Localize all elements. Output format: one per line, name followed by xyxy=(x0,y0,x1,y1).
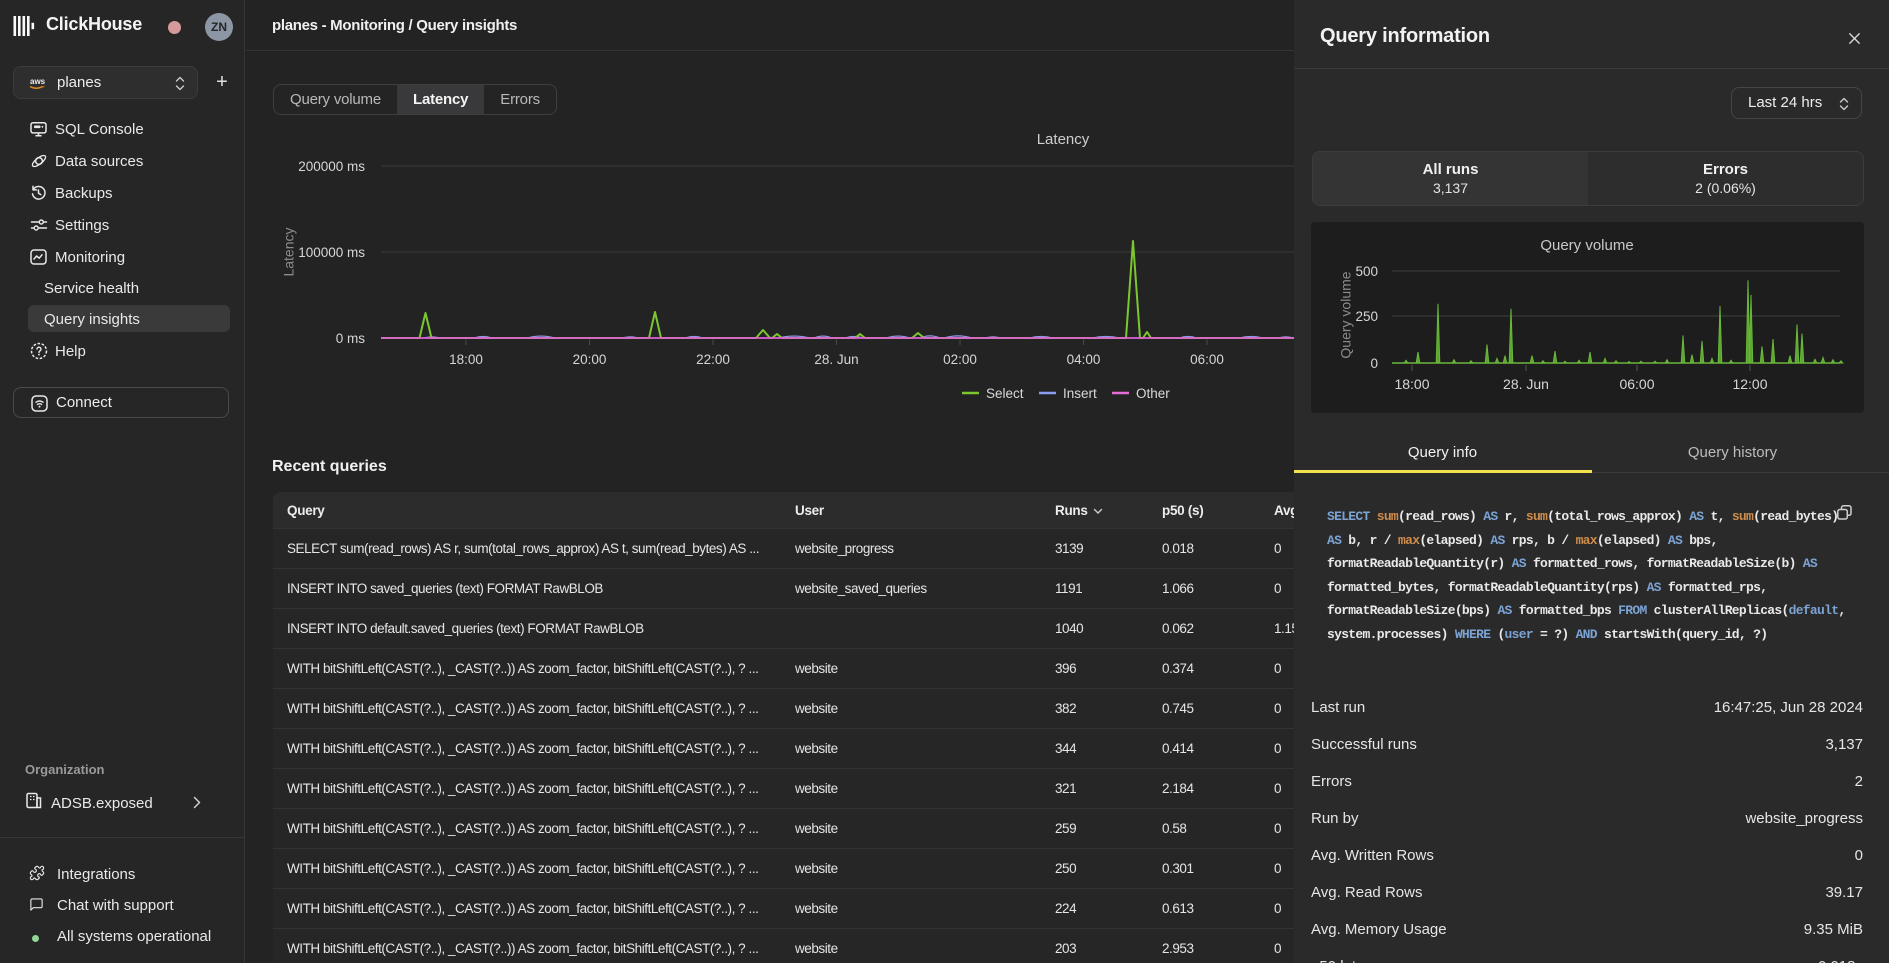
svg-text:18:00: 18:00 xyxy=(449,352,483,367)
svg-text:06:00: 06:00 xyxy=(1190,352,1224,367)
svg-text:18:00: 18:00 xyxy=(1394,376,1429,392)
svg-text:100000 ms: 100000 ms xyxy=(298,245,365,260)
svg-text:0 ms: 0 ms xyxy=(336,331,366,346)
svg-text:500: 500 xyxy=(1355,264,1378,279)
svg-text:Select: Select xyxy=(986,386,1024,401)
svg-text:aws: aws xyxy=(30,77,46,86)
svg-text:0: 0 xyxy=(1370,356,1378,371)
svg-text:12:00: 12:00 xyxy=(1732,376,1767,392)
svg-text:20:00: 20:00 xyxy=(573,352,607,367)
svg-text:06:00: 06:00 xyxy=(1619,376,1654,392)
svg-text:250: 250 xyxy=(1355,309,1378,324)
svg-text:22:00: 22:00 xyxy=(696,352,730,367)
svg-text:28. Jun: 28. Jun xyxy=(814,352,858,367)
svg-text:200000 ms: 200000 ms xyxy=(298,159,365,174)
svg-text:28. Jun: 28. Jun xyxy=(1503,376,1549,392)
svg-text:Query volume: Query volume xyxy=(1338,271,1354,358)
svg-text:Insert: Insert xyxy=(1063,386,1097,401)
svg-text:02:00: 02:00 xyxy=(943,352,977,367)
svg-text:Latency: Latency xyxy=(1037,131,1090,148)
svg-text:Query volume: Query volume xyxy=(1540,237,1633,254)
svg-text:Latency: Latency xyxy=(281,227,297,276)
svg-text:04:00: 04:00 xyxy=(1067,352,1101,367)
svg-text:Other: Other xyxy=(1136,386,1170,401)
